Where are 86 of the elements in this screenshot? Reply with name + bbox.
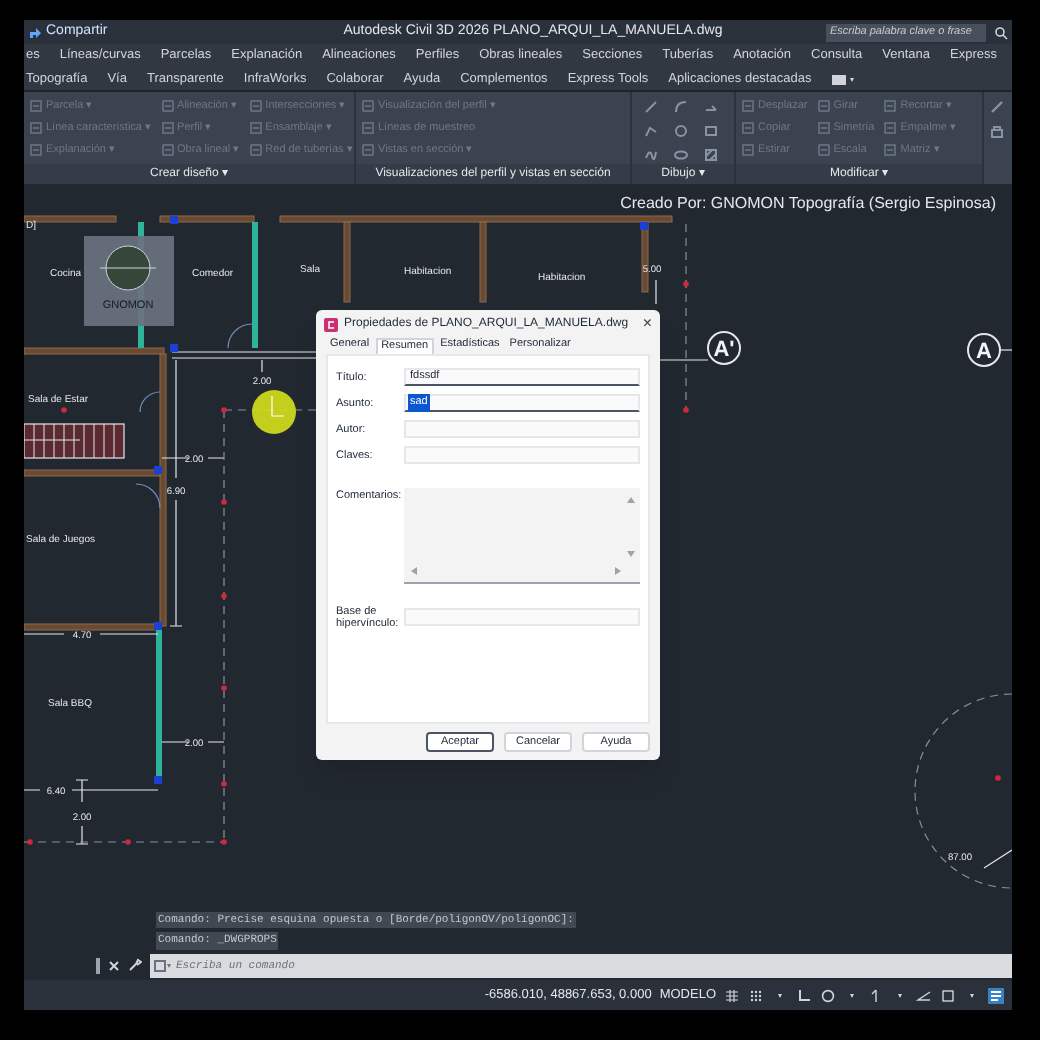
close-icon[interactable] [108, 959, 120, 971]
command-icon[interactable] [154, 959, 172, 971]
tool-icon [884, 144, 897, 156]
grid-point [683, 281, 689, 287]
grid-point [27, 839, 33, 845]
wall [159, 215, 255, 223]
grip-point[interactable] [170, 344, 178, 352]
tool-icon [30, 144, 42, 156]
angle-icon[interactable] [916, 987, 932, 1003]
hatch-icon[interactable] [704, 148, 718, 162]
cursor-icon [271, 395, 285, 417]
door-swing [227, 323, 253, 349]
text-field[interactable] [404, 608, 640, 627]
cursor-highlight [252, 390, 296, 434]
tool-icon [249, 144, 262, 156]
grid-point [995, 775, 1001, 781]
tool-icon [884, 122, 897, 134]
polar-icon[interactable] [820, 987, 836, 1003]
grid-point [683, 407, 689, 413]
tool-icon [161, 122, 174, 134]
arc-icon[interactable] [674, 100, 688, 114]
text-field[interactable] [404, 446, 640, 464]
tool-icon [161, 100, 174, 112]
grid-point [221, 407, 227, 413]
scroll-down-icon[interactable] [626, 550, 636, 558]
grid-point [221, 781, 227, 787]
grip-point[interactable] [154, 622, 162, 630]
grip-point[interactable] [640, 222, 648, 230]
window [252, 222, 258, 348]
tool-icon [362, 122, 374, 134]
scroll-up-icon[interactable] [626, 496, 636, 504]
object-snap-icon[interactable] [940, 987, 956, 1003]
tool-icon [742, 100, 754, 112]
panel-toggle-icon[interactable] [831, 73, 856, 85]
rectangle-icon[interactable] [704, 124, 718, 138]
comments-field[interactable] [404, 488, 640, 584]
tool-icon [30, 122, 42, 134]
wrench-icon[interactable] [128, 958, 142, 972]
grid-point [221, 685, 227, 691]
grid-point [125, 839, 131, 845]
tool-icon [30, 100, 42, 112]
tool-icon [362, 100, 374, 112]
rotate-icon[interactable] [704, 100, 718, 114]
stairs-drawing [24, 423, 125, 459]
credit-text: Creado Por: GNOMON Topografía (Sergio Espinosa) [620, 192, 996, 216]
tool-icon [249, 122, 262, 134]
tool-icon [161, 144, 174, 156]
section-marker: A' [707, 331, 741, 365]
text-field[interactable] [404, 420, 640, 438]
share-icon[interactable] [28, 25, 42, 39]
door-swing [139, 391, 161, 413]
grid-point [221, 593, 227, 599]
tool-icon [817, 122, 830, 134]
grid-icon[interactable] [724, 987, 740, 1003]
grip-point[interactable] [154, 776, 162, 784]
wall [24, 215, 117, 223]
door-swing [135, 483, 161, 509]
lock-icon[interactable] [990, 124, 1004, 138]
close-button[interactable]: × [642, 316, 652, 332]
spline-icon[interactable] [644, 148, 658, 162]
section-marker: A [967, 333, 1001, 367]
line-icon[interactable] [644, 100, 658, 114]
app-icon [324, 317, 338, 331]
scroll-right-icon[interactable] [614, 566, 622, 576]
grip-point[interactable] [154, 466, 162, 474]
tool-icon [817, 100, 830, 112]
ellipse-icon[interactable] [674, 148, 688, 162]
lineweight-icon[interactable] [988, 987, 1004, 1003]
ortho-icon[interactable] [796, 987, 812, 1003]
tool-icon [742, 144, 754, 156]
grid-point [221, 839, 227, 845]
tool-icon [817, 144, 830, 156]
pencil-icon[interactable] [990, 100, 1004, 114]
grid-point [61, 407, 67, 413]
tool-icon [249, 100, 262, 112]
grip-point[interactable] [170, 216, 178, 224]
snap-icon[interactable] [748, 987, 764, 1003]
tool-icon [742, 122, 754, 134]
tool-icon [884, 100, 897, 112]
grid-point [221, 499, 227, 505]
scroll-left-icon[interactable] [410, 566, 418, 576]
circle-icon[interactable] [674, 124, 688, 138]
polyline-icon[interactable] [644, 124, 658, 138]
search-icon[interactable] [994, 25, 1008, 39]
grip-handle[interactable] [96, 957, 100, 973]
tool-icon [362, 144, 374, 156]
